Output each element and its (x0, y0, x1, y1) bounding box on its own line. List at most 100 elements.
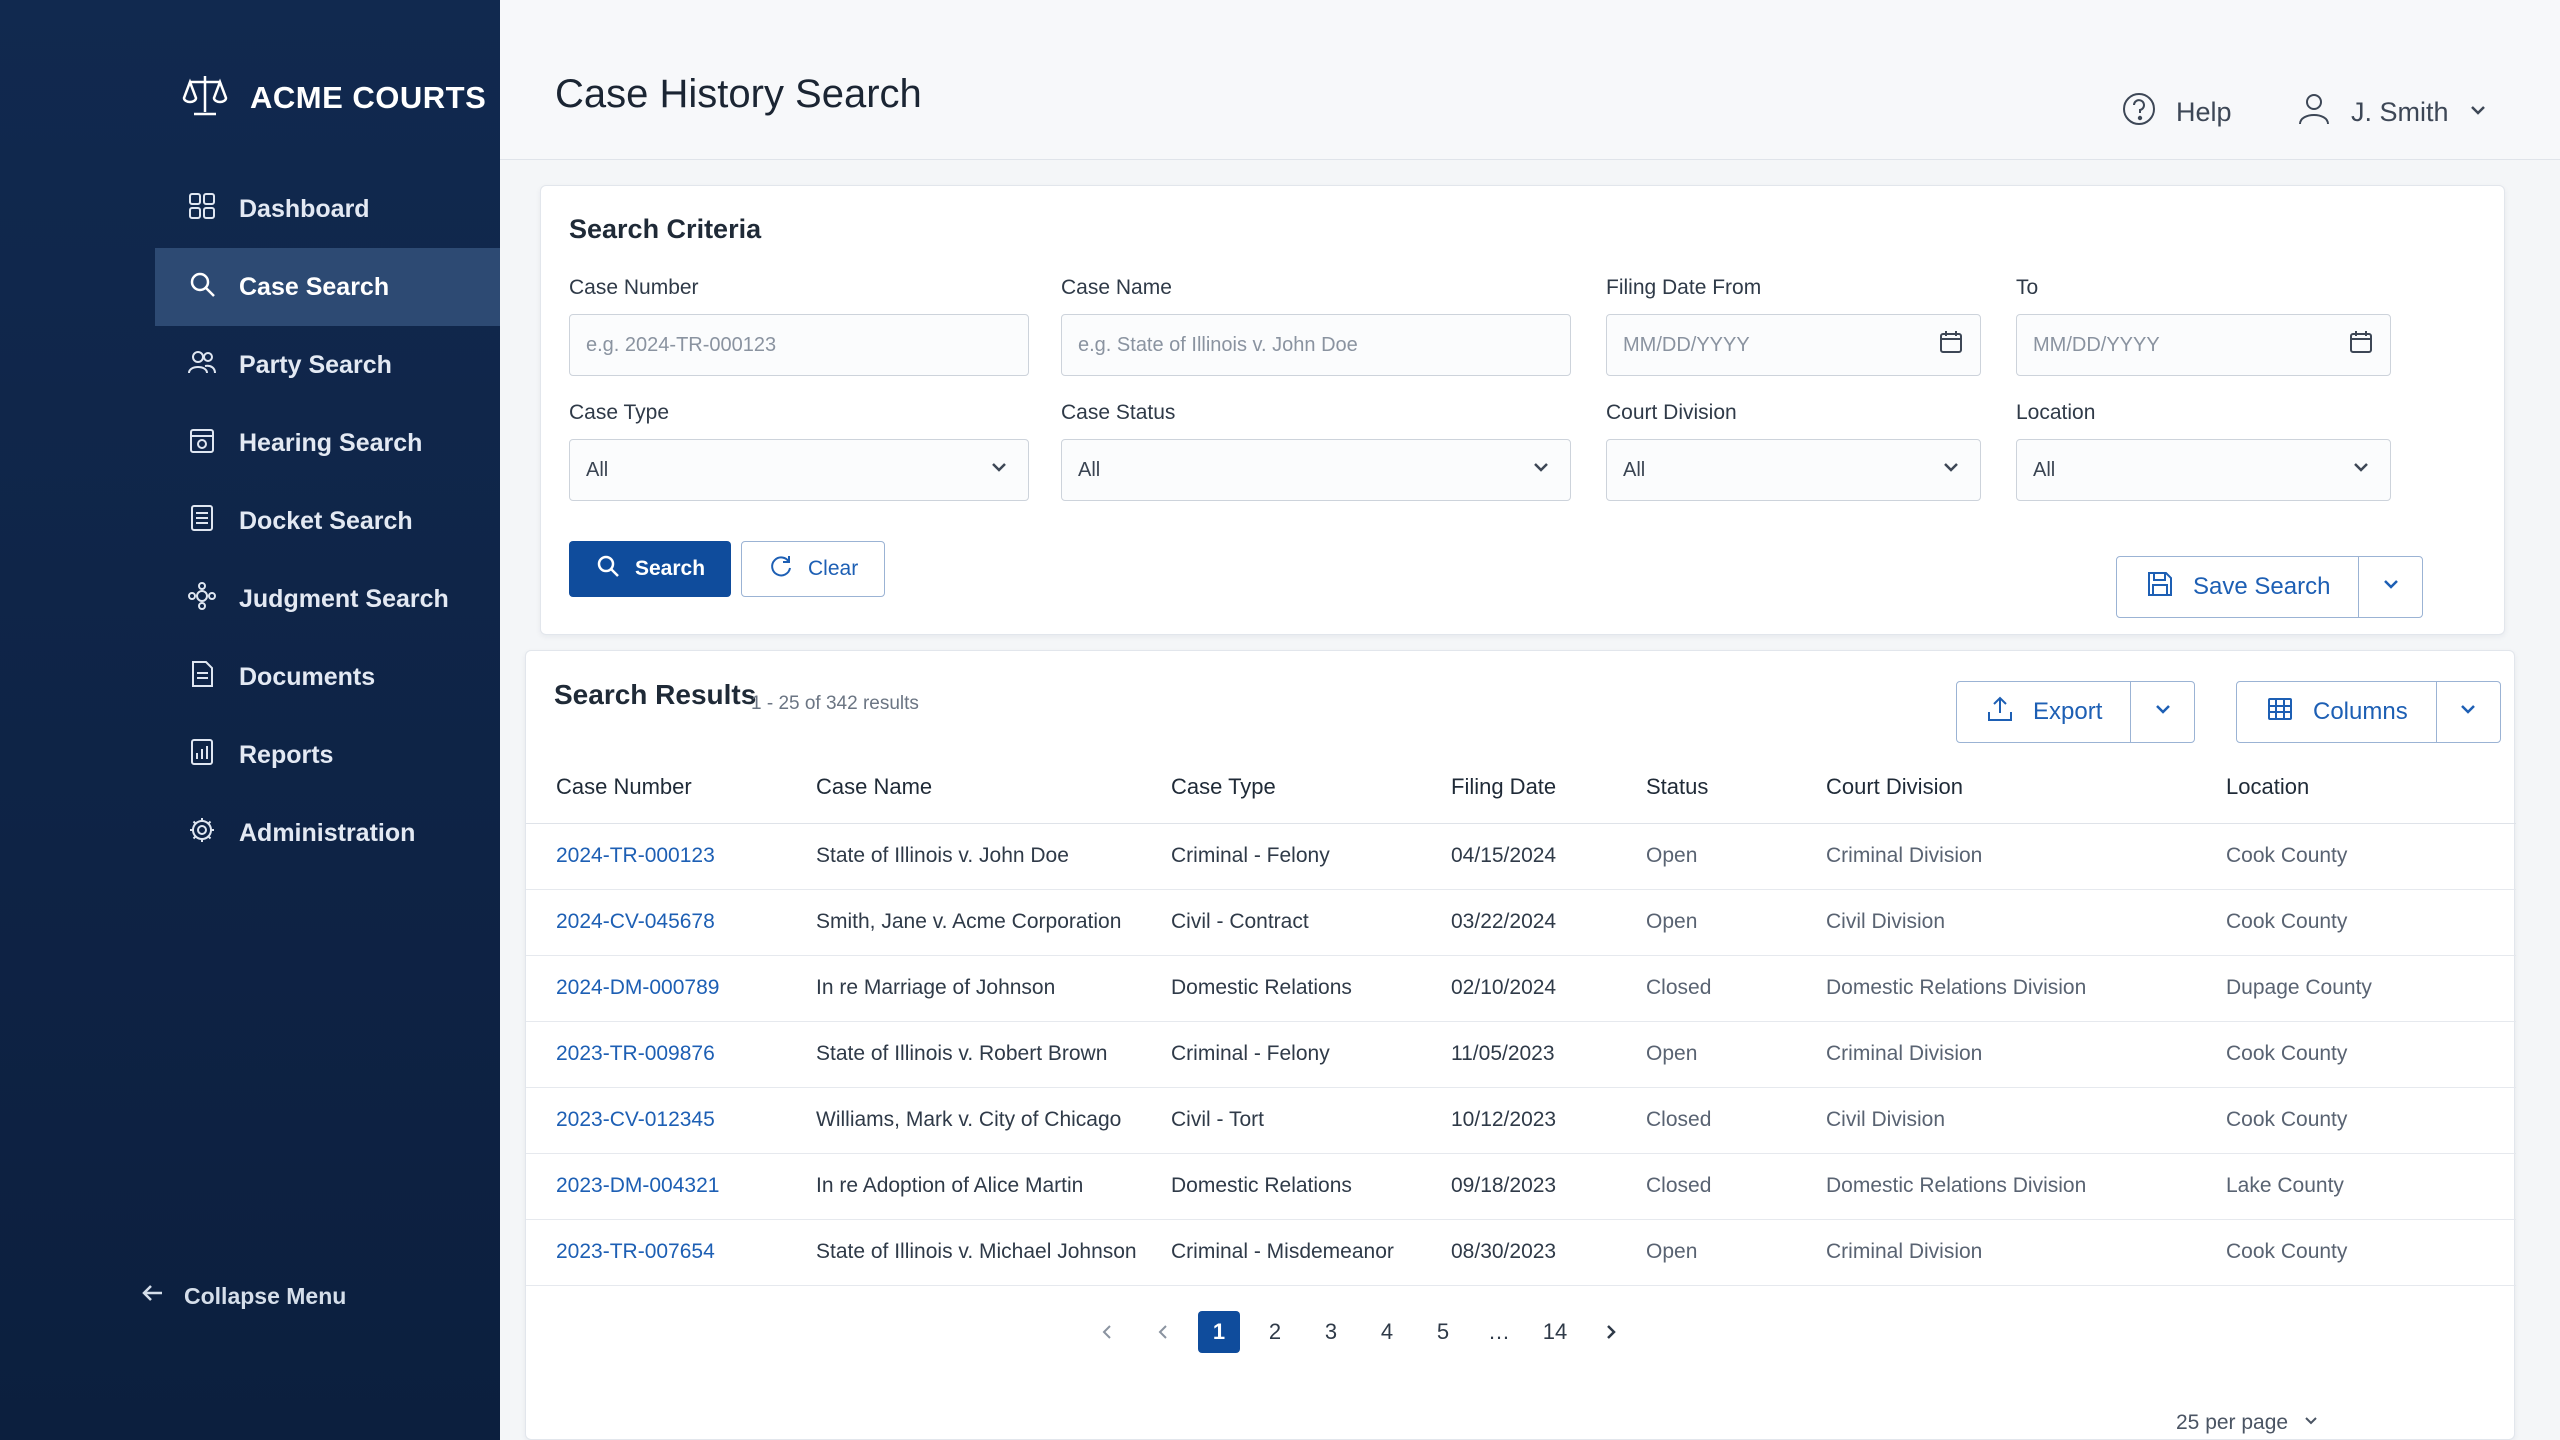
location-select[interactable]: All (2016, 439, 2391, 501)
table-row[interactable]: 2023-TR-007654 State of Illinois v. Mich… (526, 1219, 2516, 1286)
case-name-input[interactable]: e.g. State of Illinois v. John Doe (1061, 314, 1571, 376)
export-dropdown[interactable] (2130, 682, 2194, 742)
case-number-input[interactable]: e.g. 2024-TR-000123 (569, 314, 1029, 376)
sidebar-item-party-search[interactable]: Party Search (155, 326, 500, 404)
table-row[interactable]: 2023-CV-012345 Williams, Mark v. City of… (526, 1087, 2516, 1154)
page-button-2[interactable]: 2 (1254, 1311, 1296, 1353)
case-number-link[interactable]: 2024-DM-000789 (526, 955, 786, 1022)
user-name: J. Smith (2351, 97, 2449, 127)
court-division-select[interactable]: All (1606, 439, 1981, 501)
user-icon (2295, 90, 2333, 135)
table-row[interactable]: 2023-TR-009876 State of Illinois v. Robe… (526, 1021, 2516, 1088)
collapse-menu-button[interactable]: Collapse Menu (140, 1280, 346, 1312)
next-page-button[interactable] (1590, 1311, 1632, 1353)
court-division-cell: Criminal Division (1796, 1219, 2196, 1286)
filing-date-from-label: Filing Date From (1606, 276, 1762, 299)
location-cell: Cook County (2196, 1087, 2516, 1154)
status-cell: Open (1616, 889, 1796, 956)
filing-date-to-label: To (2016, 276, 2039, 299)
case-number-link[interactable]: 2023-CV-012345 (526, 1087, 786, 1154)
results-table: Case Number Case Name Case Type Filing D… (526, 751, 2516, 1286)
prev-page-button[interactable] (1142, 1311, 1184, 1353)
sidebar-item-judgment-search[interactable]: Judgment Search (155, 560, 500, 638)
gear-icon (187, 815, 217, 852)
case-status-field: Case Status All (1061, 401, 1571, 501)
location-cell: Cook County (2196, 1219, 2516, 1286)
table-row[interactable]: 2024-DM-000789 In re Marriage of Johnson… (526, 955, 2516, 1022)
sidebar-item-dashboard[interactable]: Dashboard (155, 170, 500, 248)
chevron-down-icon (2348, 454, 2374, 486)
table-row[interactable]: 2024-CV-045678 Smith, Jane v. Acme Corpo… (526, 889, 2516, 956)
search-icon (595, 553, 621, 585)
export-main[interactable]: Export (1957, 682, 2130, 742)
help-button[interactable]: Help (2120, 90, 2232, 135)
case-number-link[interactable]: 2024-CV-045678 (526, 889, 786, 956)
clear-button[interactable]: Clear (741, 541, 886, 597)
table-row[interactable]: 2024-TR-000123 State of Illinois v. John… (526, 823, 2516, 890)
page-ellipsis: … (1488, 1319, 1510, 1344)
sidebar-item-case-search[interactable]: Case Search (155, 248, 500, 326)
brand[interactable]: ACME COURTS (180, 70, 486, 125)
sidebar-item-label: Reports (239, 740, 334, 769)
case-name-label: Case Name (1061, 276, 1172, 299)
page-button-5[interactable]: 5 (1422, 1311, 1464, 1353)
calendar-icon[interactable] (1938, 329, 1964, 361)
calendar-icon[interactable] (2348, 329, 2374, 361)
search-results-panel: Search Results 1 - 25 of 342 results Exp… (525, 650, 2516, 1440)
sidebar-item-documents[interactable]: Documents (155, 638, 500, 716)
upload-icon (1985, 694, 2015, 731)
per-page-select[interactable]: 25 per page (2176, 1411, 2320, 1435)
case-name-cell: Smith, Jane v. Acme Corporation (786, 889, 1141, 956)
header-case-name[interactable]: Case Name (786, 751, 1141, 824)
header-filing-date[interactable]: Filing Date (1421, 751, 1616, 824)
columns-dropdown[interactable] (2435, 682, 2500, 742)
case-number-link[interactable]: 2023-DM-004321 (526, 1153, 786, 1220)
chevron-down-icon (986, 454, 1012, 486)
header-court-division[interactable]: Court Division (1796, 751, 2196, 824)
filing-date-to-placeholder: MM/DD/YYYY (2033, 333, 2160, 356)
court-division-cell: Civil Division (1796, 889, 2196, 956)
export-button[interactable]: Export (1956, 681, 2196, 743)
status-cell: Closed (1616, 955, 1796, 1022)
sidebar-item-docket-search[interactable]: Docket Search (155, 482, 500, 560)
filing-date-to-input[interactable]: MM/DD/YYYY (2016, 314, 2391, 376)
case-number-link[interactable]: 2024-TR-000123 (526, 823, 786, 890)
status-cell: Open (1616, 1219, 1796, 1286)
header-location[interactable]: Location (2196, 751, 2516, 824)
user-menu[interactable]: J. Smith (2295, 90, 2489, 135)
status-cell: Closed (1616, 1087, 1796, 1154)
report-icon (187, 737, 217, 774)
sidebar-item-administration[interactable]: Administration (155, 794, 500, 872)
case-number-link[interactable]: 2023-TR-009876 (526, 1021, 786, 1088)
location-cell: Lake County (2196, 1153, 2516, 1220)
case-number-link[interactable]: 2023-TR-007654 (526, 1219, 786, 1286)
first-page-button[interactable] (1086, 1311, 1128, 1353)
location-label: Location (2016, 401, 2096, 424)
sidebar-item-hearing-search[interactable]: Hearing Search (155, 404, 500, 482)
page-button-3[interactable]: 3 (1310, 1311, 1352, 1353)
save-search-button[interactable]: Save Search (2116, 556, 2424, 618)
columns-main[interactable]: Columns (2237, 682, 2436, 742)
page-button-4[interactable]: 4 (1366, 1311, 1408, 1353)
page-button-1[interactable]: 1 (1198, 1311, 1240, 1353)
save-search-dropdown[interactable] (2358, 557, 2422, 617)
case-name-cell: State of Illinois v. Robert Brown (786, 1021, 1141, 1088)
results-count: 1 - 25 of 342 results (751, 693, 919, 714)
case-status-select[interactable]: All (1061, 439, 1571, 501)
sidebar-item-reports[interactable]: Reports (155, 716, 500, 794)
header-case-number[interactable]: Case Number (526, 751, 786, 824)
list-icon (187, 503, 217, 540)
search-button[interactable]: Search (569, 541, 732, 597)
header-case-type[interactable]: Case Type (1141, 751, 1421, 824)
header-status[interactable]: Status (1616, 751, 1796, 824)
filing-date-from-input[interactable]: MM/DD/YYYY (1606, 314, 1981, 376)
status-cell: Open (1616, 1021, 1796, 1088)
save-search-main[interactable]: Save Search (2117, 557, 2358, 617)
table-row[interactable]: 2023-DM-004321 In re Adoption of Alice M… (526, 1153, 2516, 1220)
columns-button[interactable]: Columns (2236, 681, 2501, 743)
chevron-down-icon (1938, 454, 1964, 486)
page-button-last[interactable]: 14 (1534, 1311, 1576, 1353)
case-type-select[interactable]: All (569, 439, 1029, 501)
court-division-value: All (1623, 458, 1646, 481)
columns-label: Columns (2313, 698, 2408, 725)
